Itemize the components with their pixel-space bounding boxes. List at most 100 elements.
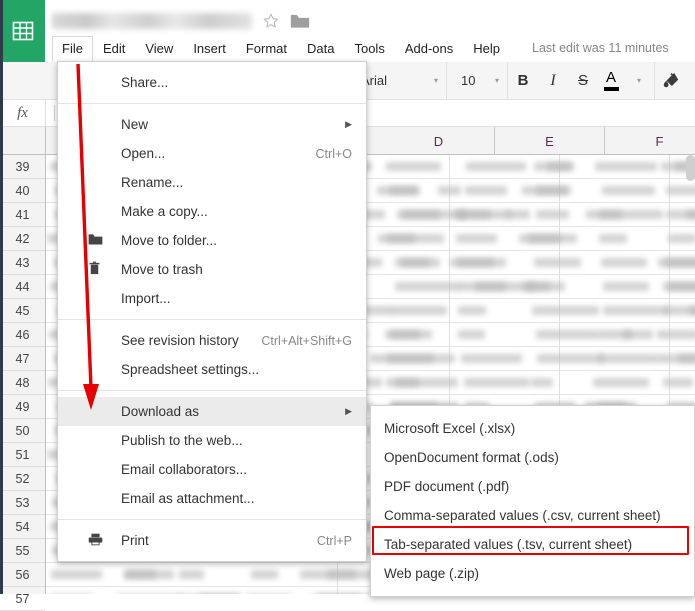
row-headers: 39404142434445464748495051525354555657 — [0, 155, 46, 594]
submenu-arrow-icon: ▶ — [345, 119, 352, 130]
italic-button[interactable]: I — [538, 62, 568, 100]
row-header-55[interactable]: 55 — [0, 539, 45, 563]
file-menu-item-label: Rename... — [121, 175, 183, 190]
redacted-cell-content — [599, 210, 663, 219]
row-header-label: 48 — [16, 376, 30, 390]
star-outline-icon[interactable] — [262, 12, 280, 30]
row-header-54[interactable]: 54 — [0, 515, 45, 539]
row-header-56[interactable]: 56 — [0, 563, 45, 587]
row-header-label: 54 — [16, 520, 30, 534]
file-menu-item-label: New — [121, 117, 148, 132]
chevron-down-icon: ▾ — [495, 77, 499, 85]
row-header-44[interactable]: 44 — [0, 275, 45, 299]
file-menu-item-label: Download as — [121, 404, 199, 419]
row-header-label: 50 — [16, 424, 30, 438]
redacted-cell-content — [534, 162, 574, 171]
download-as-item-comma-separated-values-csv-current-sheet[interactable]: Comma-separated values (.csv, current sh… — [371, 501, 694, 530]
redacted-cell-content — [464, 378, 530, 387]
redacted-cell-content — [466, 162, 526, 171]
download-as-item-opendocument-format-ods[interactable]: OpenDocument format (.ods) — [371, 443, 694, 472]
file-menu-item-publish-to-the-web[interactable]: Publish to the web... — [58, 426, 366, 455]
file-menu-item-label: Make a copy... — [121, 204, 208, 219]
row-header-42[interactable]: 42 — [0, 227, 45, 251]
download-as-item-pdf-document-pdf[interactable]: PDF document (.pdf) — [371, 472, 694, 501]
menu-addons[interactable]: Add-ons — [395, 36, 463, 62]
fill-color-button[interactable] — [655, 62, 685, 100]
text-color-label: A — [606, 70, 616, 85]
row-header-label: 49 — [16, 400, 30, 414]
download-as-item-tab-separated-values-tsv-current-sheet[interactable]: Tab-separated values (.tsv, current shee… — [371, 530, 694, 559]
strikethrough-button[interactable]: S — [568, 62, 598, 100]
redacted-cell-content — [390, 330, 419, 339]
grid-corner-selector[interactable] — [0, 127, 46, 155]
column-header-f[interactable]: F — [605, 127, 695, 155]
download-as-item-microsoft-excel-xlsx[interactable]: Microsoft Excel (.xlsx) — [371, 414, 694, 443]
menu-insert[interactable]: Insert — [183, 36, 236, 62]
row-header-47[interactable]: 47 — [0, 347, 45, 371]
column-header-label: D — [434, 134, 443, 149]
text-color-button[interactable]: A — [598, 62, 624, 100]
redacted-cell-content — [458, 330, 485, 339]
vertical-scrollbar-thumb[interactable] — [686, 155, 695, 181]
redacted-cell-content — [537, 354, 604, 363]
file-menu-item-label: Email collaborators... — [121, 462, 247, 477]
row-header-45[interactable]: 45 — [0, 299, 45, 323]
row-header-label: 45 — [16, 304, 30, 318]
redacted-cell-content — [666, 186, 695, 195]
file-menu-item-label: Publish to the web... — [121, 433, 243, 448]
redacted-cell-content — [602, 186, 656, 195]
row-header-50[interactable]: 50 — [0, 419, 45, 443]
column-header-e[interactable]: E — [495, 127, 605, 155]
menu-format[interactable]: Format — [236, 36, 297, 62]
menu-data[interactable]: Data — [297, 36, 344, 62]
file-menu-item-label: Share... — [121, 75, 168, 90]
row-header-57[interactable]: 57 — [0, 587, 45, 611]
menu-help[interactable]: Help — [463, 36, 510, 62]
file-menu-item-email-as-attachment[interactable]: Email as attachment... — [58, 484, 366, 513]
row-header-46[interactable]: 46 — [0, 323, 45, 347]
redacted-cell-content — [536, 210, 569, 219]
row-header-label: 43 — [16, 256, 30, 270]
sheets-grid-icon — [11, 19, 35, 43]
sheets-logo[interactable] — [0, 0, 45, 62]
redacted-cell-content — [665, 258, 695, 267]
row-header-48[interactable]: 48 — [0, 371, 45, 395]
last-edit-status[interactable]: Last edit was 11 minutes — [532, 41, 669, 55]
printer-icon — [88, 532, 103, 549]
row-header-52[interactable]: 52 — [0, 467, 45, 491]
text-color-dropdown[interactable]: ▾ — [624, 62, 654, 100]
download-as-item-label: Microsoft Excel (.xlsx) — [384, 421, 515, 436]
file-menu-item-shortcut: Ctrl+O — [316, 147, 352, 161]
redacted-cell-content — [663, 378, 693, 387]
menu-view[interactable]: View — [135, 36, 183, 62]
download-as-submenu: Microsoft Excel (.xlsx) OpenDocument form… — [370, 405, 695, 597]
paint-bucket-icon — [661, 71, 680, 90]
font-size-value: 10 — [461, 73, 475, 88]
bold-button[interactable]: B — [508, 62, 538, 100]
redacted-cell-content — [664, 306, 695, 315]
document-title[interactable] — [52, 13, 252, 29]
file-menu-item-print[interactable]: PrintCtrl+P — [58, 526, 366, 555]
redacted-cell-content — [456, 234, 497, 243]
column-header-d[interactable]: D — [383, 127, 495, 155]
file-menu-item-shortcut: Ctrl+P — [317, 534, 352, 548]
file-menu-item-label: Move to folder... — [121, 233, 217, 248]
row-header-51[interactable]: 51 — [0, 443, 45, 467]
row-header-label: 41 — [16, 208, 30, 222]
row-header-49[interactable]: 49 — [0, 395, 45, 419]
redacted-cell-content — [603, 282, 649, 291]
row-header-40[interactable]: 40 — [0, 179, 45, 203]
row-header-43[interactable]: 43 — [0, 251, 45, 275]
row-header-41[interactable]: 41 — [0, 203, 45, 227]
move-to-folder-icon[interactable] — [290, 13, 310, 29]
file-menu-item-label: Open... — [121, 146, 165, 161]
download-as-item-web-page-zip[interactable]: Web page (.zip) — [371, 559, 694, 588]
menu-tools[interactable]: Tools — [344, 36, 394, 62]
row-header-label: 51 — [16, 448, 30, 462]
font-size-selector[interactable]: 10 ▾ — [447, 73, 507, 88]
row-header-39[interactable]: 39 — [0, 155, 45, 179]
download-as-item-label: Web page (.zip) — [384, 566, 479, 581]
file-menu-item-email-collaborators[interactable]: Email collaborators... — [58, 455, 366, 484]
row-header-53[interactable]: 53 — [0, 491, 45, 515]
file-menu-item-shortcut: Ctrl+Alt+Shift+G — [261, 334, 352, 348]
